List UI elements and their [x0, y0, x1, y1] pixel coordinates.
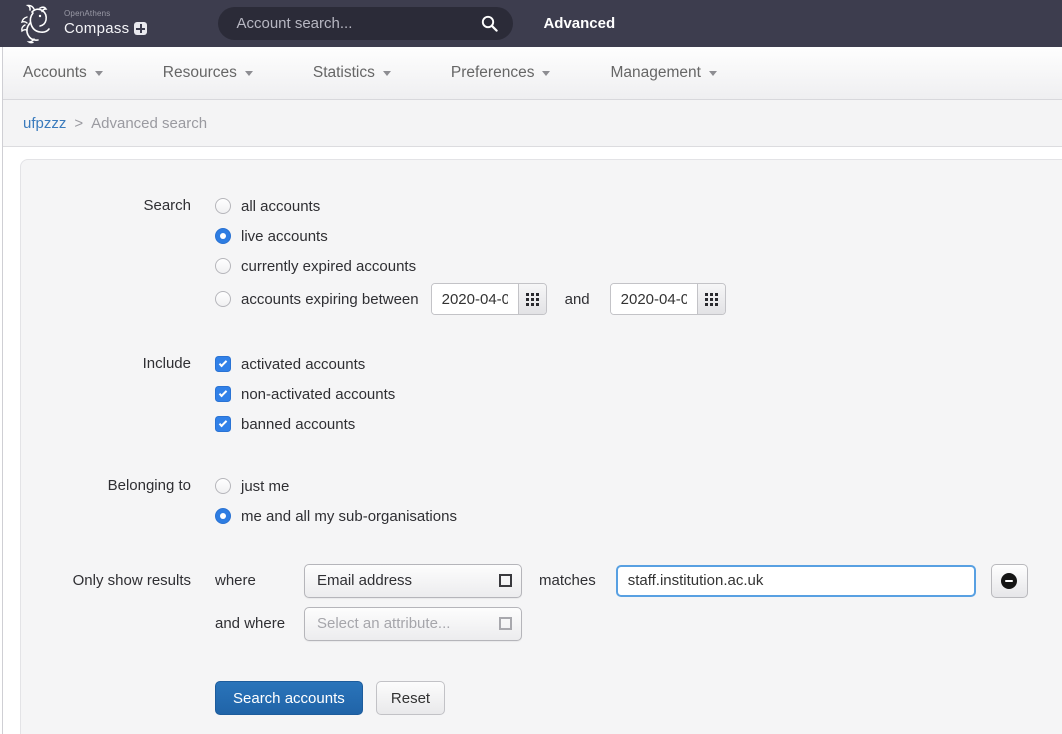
checkbox-non-activated-accounts-label: non-activated accounts	[241, 386, 395, 403]
calendar-grid-icon	[705, 293, 718, 306]
radio-icon[interactable]	[215, 258, 231, 274]
plus-badge-icon	[134, 22, 147, 35]
nav-resources[interactable]: Resources	[163, 64, 253, 82]
checkbox-activated-accounts[interactable]: activated accounts	[215, 349, 395, 379]
checkbox-banned-accounts-label: banned accounts	[241, 416, 355, 433]
date-range-and-label: and	[565, 291, 590, 308]
radio-all-accounts[interactable]: all accounts	[215, 191, 726, 221]
remove-filter-button[interactable]	[991, 564, 1028, 598]
chevron-down-icon	[95, 71, 103, 76]
nav-accounts-label: Accounts	[23, 64, 87, 82]
checkbox-checked-icon[interactable]	[215, 386, 231, 402]
radio-just-me[interactable]: just me	[215, 471, 457, 501]
openathens-logo-icon	[18, 3, 56, 45]
attribute-select-value: Email address	[317, 572, 412, 589]
brand[interactable]: OpenAthens Compass	[18, 3, 147, 45]
nav-management[interactable]: Management	[610, 64, 716, 82]
date-from-group	[431, 283, 547, 315]
filter-row-1: where Email address matches	[215, 563, 1028, 598]
checkbox-checked-icon[interactable]	[215, 416, 231, 432]
advanced-link[interactable]: Advanced	[543, 15, 615, 32]
minus-circle-icon	[1001, 573, 1017, 589]
nav-preferences[interactable]: Preferences	[451, 64, 551, 82]
radio-selected-icon[interactable]	[215, 228, 231, 244]
include-group: Include activated accounts non-activated…	[21, 349, 1062, 439]
nav-preferences-label: Preferences	[451, 64, 535, 82]
content-region: Accounts Resources Statistics Preference…	[2, 47, 1062, 734]
account-search-box[interactable]	[218, 7, 513, 40]
date-to-calendar-button[interactable]	[697, 284, 725, 314]
brand-compass-label: Compass	[64, 21, 129, 37]
checkbox-activated-accounts-label: activated accounts	[241, 356, 365, 373]
search-accounts-button[interactable]: Search accounts	[215, 681, 363, 715]
belonging-group-label: Belonging to	[21, 471, 191, 501]
attribute-select[interactable]: Email address	[304, 564, 522, 598]
radio-icon[interactable]	[215, 291, 231, 307]
filter-prefix-and-where: and where	[215, 615, 304, 632]
chevron-down-icon	[709, 71, 717, 76]
radio-selected-icon[interactable]	[215, 508, 231, 524]
radio-expired-accounts[interactable]: currently expired accounts	[215, 251, 726, 281]
checkbox-banned-accounts[interactable]: banned accounts	[215, 409, 395, 439]
reset-button[interactable]: Reset	[376, 681, 445, 715]
breadcrumb: ufpzzz > Advanced search	[3, 100, 1062, 147]
nav-statistics[interactable]: Statistics	[313, 64, 391, 82]
nav-statistics-label: Statistics	[313, 64, 375, 82]
date-to-input[interactable]	[611, 284, 697, 314]
dropdown-square-icon	[499, 574, 512, 587]
radio-expiring-between-label: accounts expiring between	[241, 291, 419, 308]
top-header: OpenAthens Compass Advanced	[0, 0, 1062, 47]
date-to-group	[610, 283, 726, 315]
filter-operator-label: matches	[539, 572, 596, 589]
nav-management-label: Management	[610, 64, 700, 82]
brand-openathens-label: OpenAthens	[64, 10, 147, 18]
nav-resources-label: Resources	[163, 64, 237, 82]
radio-expiring-between-row: accounts expiring between	[215, 281, 726, 317]
main-nav: Accounts Resources Statistics Preference…	[3, 47, 1062, 100]
radio-live-accounts[interactable]: live accounts	[215, 221, 726, 251]
form-actions: Search accounts Reset	[21, 681, 1062, 715]
filter-prefix-where: where	[215, 572, 304, 589]
date-from-input[interactable]	[432, 284, 518, 314]
attribute-select-empty[interactable]: Select an attribute...	[304, 607, 522, 641]
checkbox-non-activated-accounts[interactable]: non-activated accounts	[215, 379, 395, 409]
chevron-down-icon	[383, 71, 391, 76]
page: OpenAthens Compass Advanced Accounts	[0, 0, 1062, 734]
radio-all-accounts-label: all accounts	[241, 198, 320, 215]
attribute-select-placeholder: Select an attribute...	[317, 615, 450, 632]
include-group-label: Include	[21, 349, 191, 379]
radio-live-accounts-label: live accounts	[241, 228, 328, 245]
radio-icon[interactable]	[215, 198, 231, 214]
breadcrumb-current-page: Advanced search	[91, 115, 207, 132]
radio-just-me-label: just me	[241, 478, 289, 495]
filter-row-2: and where Select an attribute...	[215, 606, 1028, 641]
breadcrumb-org-link[interactable]: ufpzzz	[23, 115, 66, 132]
belonging-group: Belonging to just me me and all my sub-o…	[21, 471, 1062, 531]
advanced-search-panel: Search all accounts live accounts curren…	[20, 159, 1062, 734]
radio-me-and-sub-orgs[interactable]: me and all my sub-organisations	[215, 501, 457, 531]
search-icon[interactable]	[481, 15, 498, 32]
account-search-input[interactable]	[236, 15, 481, 32]
date-from-calendar-button[interactable]	[518, 284, 546, 314]
chevron-down-icon	[542, 71, 550, 76]
radio-icon[interactable]	[215, 478, 231, 494]
radio-expired-accounts-label: currently expired accounts	[241, 258, 416, 275]
checkbox-checked-icon[interactable]	[215, 356, 231, 372]
nav-accounts[interactable]: Accounts	[23, 64, 103, 82]
dropdown-square-icon	[499, 617, 512, 630]
filter-group-label: Only show results	[21, 563, 191, 598]
filter-group: Only show results where Email address ma…	[21, 563, 1062, 649]
filter-value-input[interactable]	[616, 565, 976, 597]
search-group: Search all accounts live accounts curren…	[21, 191, 1062, 317]
search-group-label: Search	[21, 191, 191, 221]
radio-me-and-sub-orgs-label: me and all my sub-organisations	[241, 508, 457, 525]
calendar-grid-icon	[526, 293, 539, 306]
breadcrumb-separator: >	[74, 115, 83, 132]
chevron-down-icon	[245, 71, 253, 76]
